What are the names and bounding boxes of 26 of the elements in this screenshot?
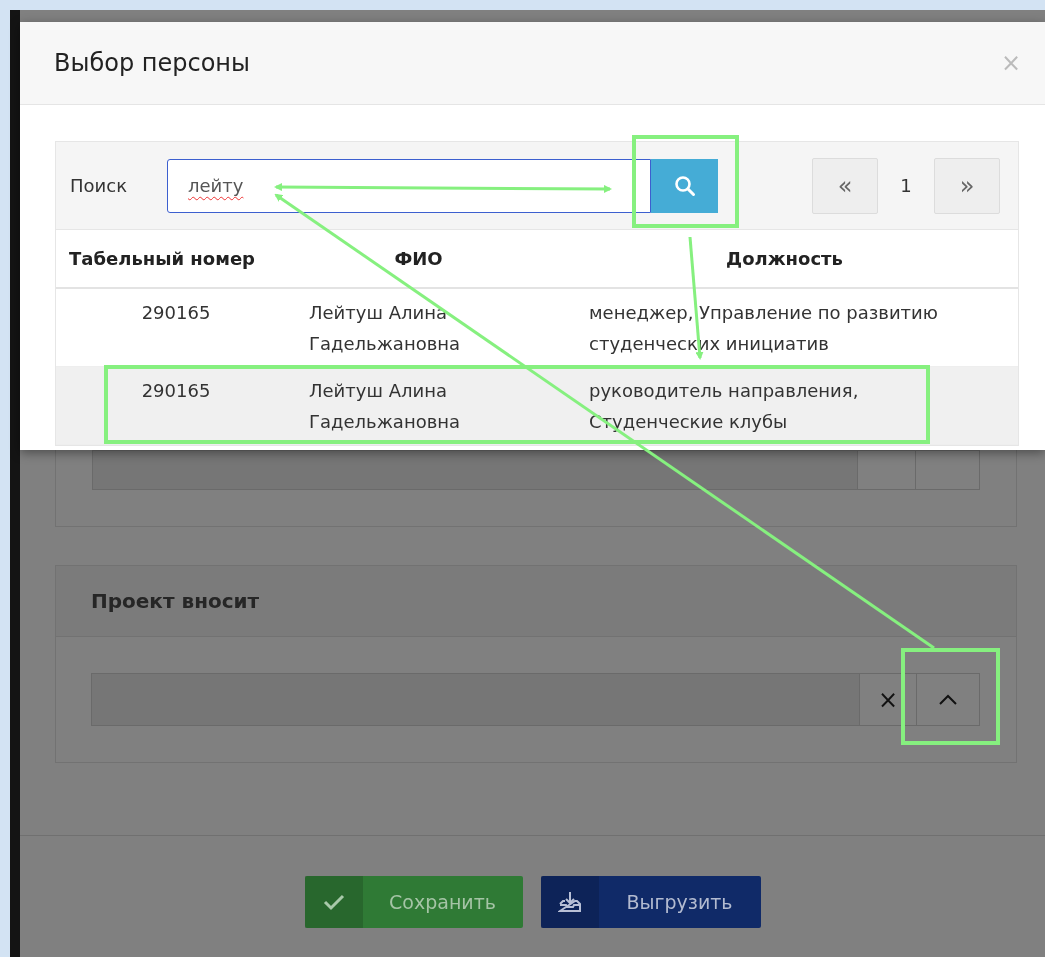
next-page-button[interactable]: » bbox=[934, 157, 1000, 214]
save-button[interactable]: Сохранить bbox=[304, 876, 523, 928]
table-cell-text: 290165 bbox=[140, 301, 212, 325]
input-field[interactable] bbox=[92, 450, 858, 490]
page-number: 1 bbox=[899, 175, 913, 196]
column-header: ФИО bbox=[393, 248, 444, 269]
download-tray-icon bbox=[557, 890, 582, 914]
panel-title: Проект вносит bbox=[91, 589, 260, 613]
dialog-title: Выбор персоны bbox=[54, 49, 250, 77]
search-icon bbox=[673, 174, 696, 197]
column-header: Должность bbox=[725, 248, 844, 269]
table-cell-text: Лейтуш Алина Гадельжановна bbox=[308, 379, 462, 434]
expand-button[interactable] bbox=[917, 673, 980, 726]
chevron-up-icon bbox=[938, 693, 958, 706]
previous-page-button[interactable]: « bbox=[812, 157, 878, 214]
clear-button[interactable] bbox=[858, 450, 916, 490]
clear-button[interactable]: × bbox=[860, 673, 917, 726]
export-button[interactable]: Выгрузить bbox=[540, 876, 761, 928]
check-icon bbox=[322, 893, 345, 911]
column-header: Табельный номер bbox=[68, 248, 256, 269]
search-button[interactable] bbox=[651, 158, 718, 213]
search-field[interactable]: лейту bbox=[167, 158, 651, 213]
search-label: Поиск bbox=[70, 175, 128, 196]
dropdown-button[interactable] bbox=[916, 450, 980, 490]
table-cell-text: 290165 bbox=[140, 379, 212, 403]
table-cell-text: Лейтуш Алина Гадельжановна bbox=[308, 301, 462, 356]
